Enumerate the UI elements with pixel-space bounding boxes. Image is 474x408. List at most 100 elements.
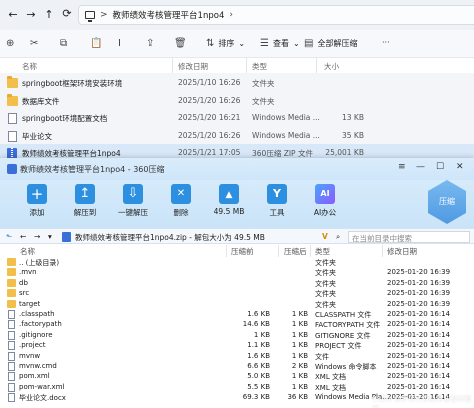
up-arrow-icon[interactable]: ↑	[40, 8, 58, 21]
zip-entry-row[interactable]: .factorypath 14.6 KB 1 KB FACTORYPATH 文件 202…	[0, 320, 474, 330]
entry-date: 2025-01-20 16:14	[387, 372, 451, 381]
file-date: 2025/1/20 16:21	[178, 113, 241, 122]
zip-entry-row[interactable]: .project 1.1 KB 1 KB PROJECT 文件 2025-01-20 1…	[0, 341, 474, 351]
up-level-icon[interactable]: ⬑	[6, 232, 12, 241]
extract-all-button[interactable]: ▤ 全部解压缩	[304, 38, 357, 49]
forward-icon[interactable]: →	[34, 232, 40, 241]
extract-to-button[interactable]: 解压到	[65, 184, 105, 218]
new-icon: ⊕	[6, 38, 15, 49]
compress-brand-logo[interactable]: 压缩	[428, 180, 466, 224]
one-click-extract-button[interactable]: 一键解压	[113, 184, 153, 218]
extract-all-label: 全部解压缩	[317, 39, 358, 48]
zip-column-csize[interactable]: 压缩后	[284, 246, 307, 257]
forward-arrow-icon[interactable]: →	[22, 8, 40, 21]
zip-window-title: 教师绩效考核管理平台1npo4 - 360压缩	[20, 165, 165, 174]
file-type: 文件夹	[252, 96, 275, 106]
entry-name: .project	[19, 341, 46, 350]
entry-date: 2025-01-20 16:39	[387, 289, 451, 298]
search-placeholder: 在当前目录中搜索	[352, 234, 412, 243]
zip-column-size[interactable]: 压缩前	[231, 246, 254, 257]
add-label: 添加	[29, 208, 45, 217]
file-date: 2025/1/10 16:26	[178, 78, 241, 87]
zip-entry-row[interactable]: mvnw 1.6 KB 1 KB 文件 2025-01-20 16:14	[0, 351, 474, 362]
ai-office-icon	[315, 184, 335, 204]
column-name-header[interactable]: 名称	[22, 61, 37, 72]
refresh-icon[interactable]: ⟳	[58, 7, 76, 20]
search-input[interactable]: 在当前目录中搜索	[348, 231, 470, 243]
zip-file-icon	[62, 232, 71, 242]
archive-size-label: 49.5 MB	[213, 207, 245, 216]
column-divider[interactable]	[172, 58, 173, 73]
file-date: 2025/1/20 16:26	[178, 130, 241, 140]
paste-button[interactable]: 📋	[90, 38, 102, 49]
column-divider[interactable]	[226, 245, 227, 257]
one-click-extract-label: 一键解压	[118, 208, 148, 217]
entry-type: FACTORYPATH 文件	[315, 321, 381, 330]
entry-type: XML 文档	[315, 383, 346, 392]
zip-column-type[interactable]: 类型	[315, 246, 330, 257]
zip-entry-row[interactable]: mvnw.cmd 6.6 KB 2 KB Windows 命令脚本 2025-01-20…	[0, 362, 474, 372]
share-button[interactable]: ⇪	[146, 38, 154, 49]
ai-office-button[interactable]: AI办公	[305, 184, 345, 218]
column-divider[interactable]	[382, 245, 383, 257]
new-button[interactable]: ⊕	[6, 38, 14, 49]
entry-size: 5.0 KB	[247, 372, 270, 381]
entry-compressed-size: 1 KB	[291, 330, 308, 339]
file-list-header: 名称 修改日期 类型 大小	[0, 58, 474, 73]
entry-size: 6.6 KB	[247, 362, 270, 370]
zip-entry-row[interactable]: pom.xml 5.0 KB 1 KB XML 文档 2025-01-20 16:14	[0, 372, 474, 382]
close-icon[interactable]: ✕	[456, 162, 464, 172]
file-row[interactable]: springboot框架环境安装环境 2025/1/10 16:26 文件夹	[0, 74, 474, 91]
column-divider[interactable]	[310, 245, 311, 257]
more-options-button[interactable]: ···	[382, 38, 390, 47]
delete-button[interactable]: 删除	[161, 184, 201, 218]
cut-button[interactable]: ✂	[30, 38, 38, 49]
zip-entry-row[interactable]: pom-war.xml 5.5 KB 1 KB XML 文档 2025-01-20 16…	[0, 382, 474, 393]
file-icon	[8, 341, 15, 351]
maximize-icon[interactable]: ☐	[436, 162, 444, 172]
extract-to-icon	[75, 184, 95, 204]
command-bar: ⊕ ✂ ⧉ 📋 Ⅰ ⇪ 🗑 ⇅ 排序 ⌄ ☰ 查看 ⌄ ▤ 全部解压缩 ···	[0, 30, 474, 58]
view-button[interactable]: ☰ 查看 ⌄	[260, 38, 300, 49]
entry-type: PROJECT 文件	[315, 342, 362, 351]
copy-button[interactable]: ⧉	[60, 38, 67, 49]
archive-size-button[interactable]: 49.5 MB	[209, 184, 249, 216]
add-button[interactable]: 添加	[17, 184, 57, 218]
column-divider[interactable]	[246, 58, 247, 73]
rename-button[interactable]: Ⅰ	[118, 38, 121, 49]
minimize-icon[interactable]: —	[416, 162, 425, 172]
zip-title-bar[interactable]: 教师绩效考核管理平台1npo4 - 360压缩 ≡ — ☐ ✕	[0, 158, 474, 180]
zip-entry-row[interactable]: db 文件夹 2025-01-20 16:39	[0, 278, 474, 289]
zip-column-date[interactable]: 修改日期	[387, 246, 417, 257]
column-divider[interactable]	[316, 58, 317, 73]
zip-entry-row[interactable]: .mvn 文件夹 2025-01-20 16:39	[0, 268, 474, 278]
back-arrow-icon[interactable]: ←	[4, 8, 22, 21]
address-bar[interactable]: > 教师绩效考核管理平台1npo4 ›	[78, 5, 474, 25]
back-icon[interactable]: ←	[20, 232, 26, 241]
delete-button[interactable]: 🗑	[174, 38, 187, 49]
file-type: Windows Media ...	[252, 130, 320, 140]
entry-size: 1.1 KB	[247, 341, 270, 350]
one-click-extract-icon	[123, 184, 143, 204]
menu-icon[interactable]: ≡	[398, 162, 406, 172]
file-row[interactable]: 毕业论文 2025/1/20 16:26 Windows Media ... 35 K…	[0, 127, 474, 144]
column-size-header[interactable]: 大小	[324, 61, 339, 72]
entry-compressed-size: 1 KB	[291, 372, 308, 381]
file-row[interactable]: 数据库文件 2025/1/20 16:26 文件夹	[0, 92, 474, 109]
tools-button[interactable]: 工具	[257, 184, 297, 218]
zip-entry-row[interactable]: target 文件夹 2025-01-20 16:39	[0, 299, 474, 310]
zip-column-name[interactable]: 名称	[20, 246, 35, 257]
zip-entry-row[interactable]: src 文件夹 2025-01-20 16:39	[0, 289, 474, 299]
column-divider[interactable]	[278, 245, 279, 257]
file-row[interactable]: springboot环境配置文档 2025/1/20 16:21 Windows M…	[0, 109, 474, 126]
zip-entry-row[interactable]: .classpath 1.6 KB 1 KB CLASSPATH 文件 2025-01-…	[0, 310, 474, 320]
sort-button[interactable]: ⇅ 排序 ⌄	[206, 38, 245, 49]
path-dropdown-icon[interactable]: V	[322, 232, 328, 241]
column-date-header[interactable]: 修改日期	[178, 61, 208, 72]
column-type-header[interactable]: 类型	[252, 61, 267, 72]
zip-entry-row[interactable]: .. (上级目录) 文件夹	[0, 258, 474, 268]
zip-entry-row[interactable]: .gitignore 1 KB 1 KB GITIGNORE 文件 2025-01-20…	[0, 330, 474, 341]
file-name: 毕业论文	[22, 131, 52, 141]
breadcrumb-current-folder[interactable]: 教师绩效考核管理平台1npo4	[113, 9, 225, 21]
dropdown-icon[interactable]: ▾	[48, 232, 52, 241]
